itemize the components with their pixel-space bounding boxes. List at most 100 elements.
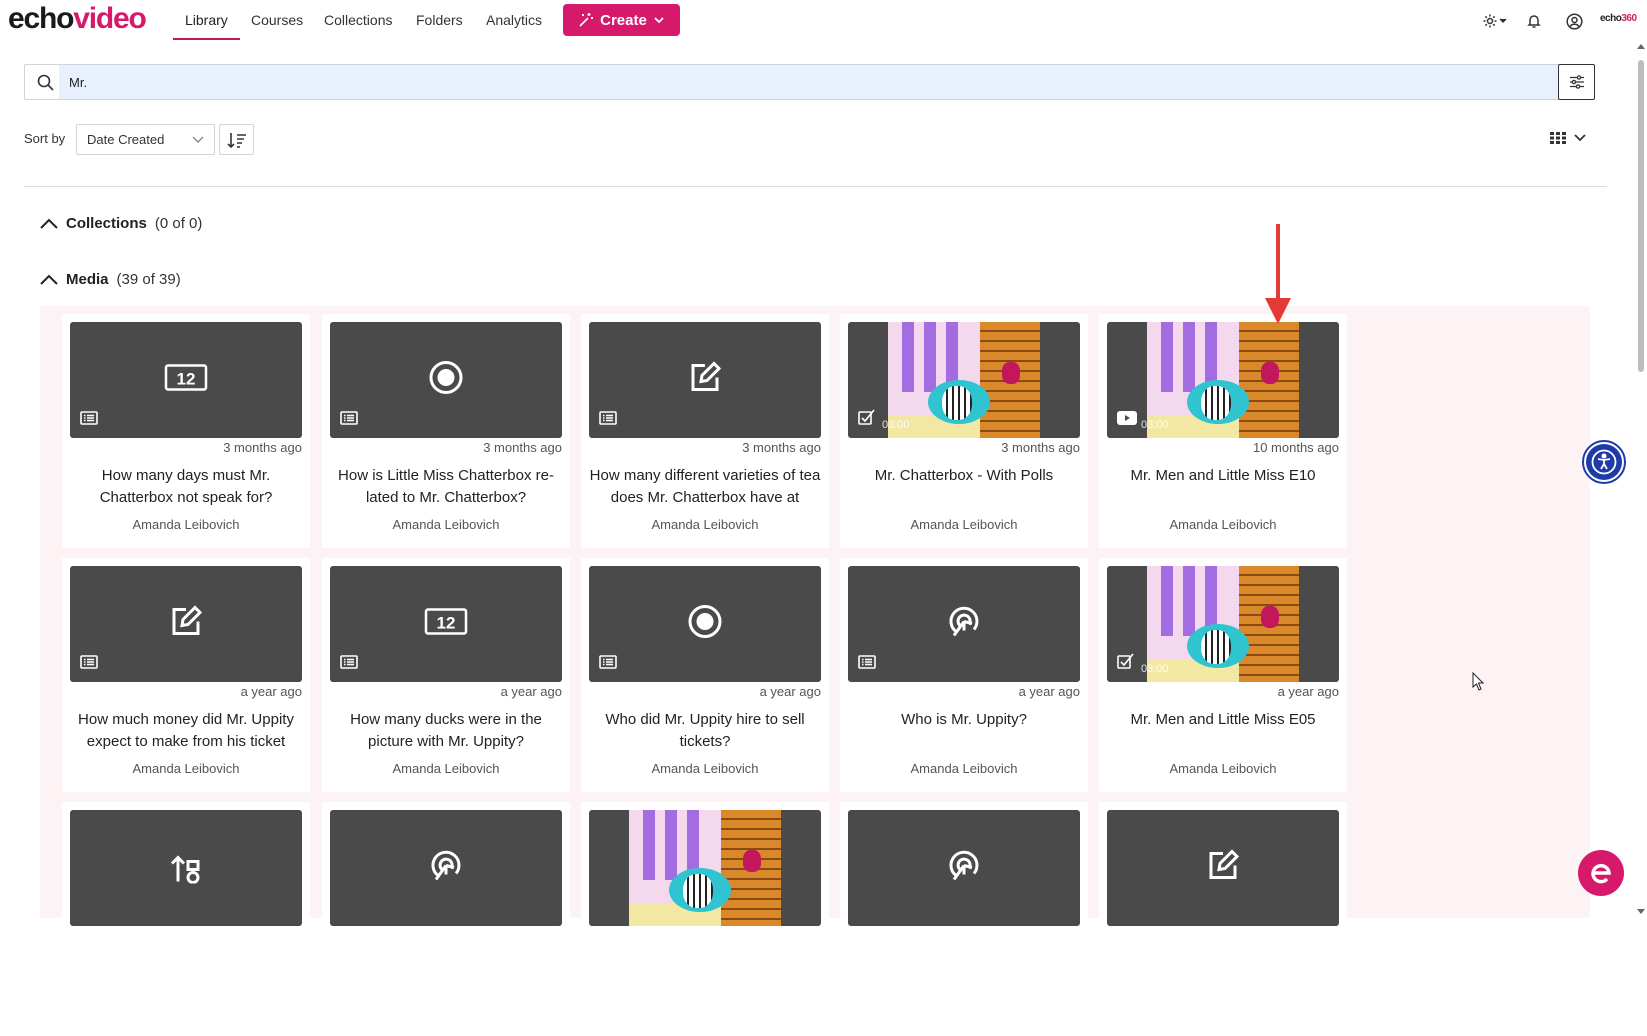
media-title[interactable] xyxy=(68,953,304,997)
media-card[interactable] xyxy=(840,802,1088,1036)
scroll-up-icon[interactable] xyxy=(1637,44,1645,49)
media-thumbnail[interactable]: 12 xyxy=(330,566,562,682)
media-title[interactable]: Mr. Chatterbox - With Polls xyxy=(846,465,1082,509)
media-thumbnail[interactable]: 03:00 xyxy=(1107,322,1339,438)
checkbox-icon xyxy=(1117,653,1135,674)
sort-direction-button[interactable] xyxy=(219,124,254,155)
media-date: a year ago xyxy=(240,684,302,699)
media-thumbnail[interactable] xyxy=(70,566,302,682)
media-thumbnail[interactable] xyxy=(70,810,302,926)
media-card[interactable] xyxy=(322,802,570,1036)
collections-section-toggle[interactable]: Collections (0 of 0) xyxy=(40,215,202,232)
notifications-button[interactable] xyxy=(1523,10,1545,32)
media-title[interactable]: How many ducks were in the picture with … xyxy=(328,709,564,753)
media-author: Amanda Leibovich xyxy=(910,761,1018,776)
media-section-toggle[interactable]: Media (39 of 39) xyxy=(40,271,181,288)
media-card[interactable] xyxy=(1099,802,1347,1036)
media-title[interactable]: How much money did Mr. Uppity expect to … xyxy=(68,709,304,753)
media-duration: 03:00 xyxy=(1141,663,1169,675)
echo-chat-button[interactable] xyxy=(1578,850,1624,896)
media-thumbnail[interactable]: 03:00 xyxy=(1107,566,1339,682)
media-title[interactable]: How is Little Miss Chatterbox re-lated t… xyxy=(328,465,564,509)
media-card[interactable]: 3 months ago How is Little Miss Chatterbo… xyxy=(322,314,570,548)
echo360-logo: echo360 xyxy=(1600,13,1637,24)
hotspot-icon xyxy=(946,604,982,645)
sort-select[interactable]: Date Created xyxy=(76,124,215,155)
media-title[interactable] xyxy=(328,953,564,997)
media-card[interactable]: 03:00 3 months ago Mr. Chatterbox - With P… xyxy=(840,314,1088,548)
echo-logo-icon xyxy=(1591,863,1611,884)
page-scrollbar[interactable] xyxy=(1634,40,1647,918)
media-thumbnail[interactable] xyxy=(330,322,562,438)
media-title[interactable] xyxy=(846,953,1082,997)
media-card[interactable]: a year ago How much money did Mr. Uppity … xyxy=(62,558,310,792)
create-button[interactable]: Create xyxy=(563,4,680,36)
media-thumbnail[interactable] xyxy=(848,810,1080,926)
collections-section-title: Collections xyxy=(66,215,147,232)
media-title[interactable]: How many days must Mr. Chatterbox not sp… xyxy=(68,465,304,509)
media-title[interactable]: Who is Mr. Uppity? xyxy=(846,709,1082,753)
media-thumbnail[interactable] xyxy=(589,566,821,682)
tab-analytics[interactable]: Analytics xyxy=(486,11,542,29)
media-card[interactable] xyxy=(62,802,310,1036)
scroll-down-icon[interactable] xyxy=(1637,909,1645,914)
media-thumbnail[interactable] xyxy=(589,322,821,438)
search-input[interactable]: Mr. xyxy=(59,65,1558,99)
hotspot-icon xyxy=(428,848,464,889)
chevron-down-icon xyxy=(654,17,664,24)
media-author: Amanda Leibovich xyxy=(132,517,240,532)
edit-icon xyxy=(687,360,723,401)
media-thumbnail[interactable] xyxy=(330,810,562,926)
media-date: a year ago xyxy=(1018,684,1080,699)
media-date: 3 months ago xyxy=(483,440,562,455)
hotspot-icon xyxy=(946,848,982,889)
sort-descending-icon xyxy=(226,132,246,148)
media-thumbnail[interactable] xyxy=(848,566,1080,682)
filter-button[interactable] xyxy=(1558,64,1595,100)
tab-courses[interactable]: Courses xyxy=(251,11,303,29)
media-thumbnail[interactable]: 03:00 xyxy=(848,322,1080,438)
media-card[interactable]: 12 a year ago How many ducks were in the p… xyxy=(322,558,570,792)
chevron-up-icon xyxy=(40,218,58,229)
tab-collections[interactable]: Collections xyxy=(324,11,392,29)
media-title[interactable]: Mr. Men and Little Miss E10 xyxy=(1105,465,1341,509)
media-title[interactable]: Who did Mr. Uppity hire to sell tickets? xyxy=(587,709,823,753)
user-circle-icon xyxy=(1565,12,1583,30)
tab-folders[interactable]: Folders xyxy=(416,11,463,29)
media-thumbnail[interactable]: 12 xyxy=(70,322,302,438)
media-card[interactable]: a year ago Who is Mr. Uppity? Amanda Leibo… xyxy=(840,558,1088,792)
media-card[interactable]: 03:00 a year ago Mr. Men and Little Miss E… xyxy=(1099,558,1347,792)
edit-icon xyxy=(1205,848,1241,889)
video-thumbnail-image xyxy=(1147,566,1299,682)
media-thumbnail[interactable] xyxy=(1107,810,1339,926)
ordering-icon xyxy=(168,848,204,889)
list-icon xyxy=(599,655,617,674)
media-date: a year ago xyxy=(759,684,821,699)
mouse-cursor-icon xyxy=(1472,672,1485,691)
media-card[interactable]: 03:00 10 months ago Mr. Men and Little Mis… xyxy=(1099,314,1347,548)
media-card[interactable]: a year ago Who did Mr. Uppity hire to sel… xyxy=(581,558,829,792)
grid-view-icon xyxy=(1550,132,1566,144)
media-section-title: Media xyxy=(66,271,109,288)
media-card[interactable]: 12 3 months ago How many days must Mr. Cha… xyxy=(62,314,310,548)
accessibility-button[interactable] xyxy=(1582,440,1626,484)
magic-wand-icon xyxy=(579,13,594,27)
user-account-button[interactable] xyxy=(1563,10,1585,32)
bell-icon xyxy=(1527,15,1541,28)
scrollbar-thumb[interactable] xyxy=(1638,60,1644,372)
media-title[interactable] xyxy=(587,953,823,997)
list-icon xyxy=(340,655,358,674)
logo-text: echo xyxy=(8,2,74,35)
media-card[interactable] xyxy=(581,802,829,1036)
settings-menu-button[interactable] xyxy=(1480,10,1510,32)
media-thumbnail[interactable] xyxy=(589,810,821,926)
media-title[interactable]: How many different varieties of tea does… xyxy=(587,465,823,509)
media-card[interactable]: 3 months ago How many different varieties… xyxy=(581,314,829,548)
echovideo-logo[interactable]: echovideo xyxy=(8,2,147,36)
view-mode-toggle[interactable] xyxy=(1550,132,1586,144)
media-title[interactable]: Mr. Men and Little Miss E05 xyxy=(1105,709,1341,753)
media-title[interactable] xyxy=(1105,953,1341,997)
tab-library[interactable]: Library xyxy=(173,11,240,40)
accessibility-icon xyxy=(1591,449,1617,475)
checkbox-icon xyxy=(858,409,876,430)
